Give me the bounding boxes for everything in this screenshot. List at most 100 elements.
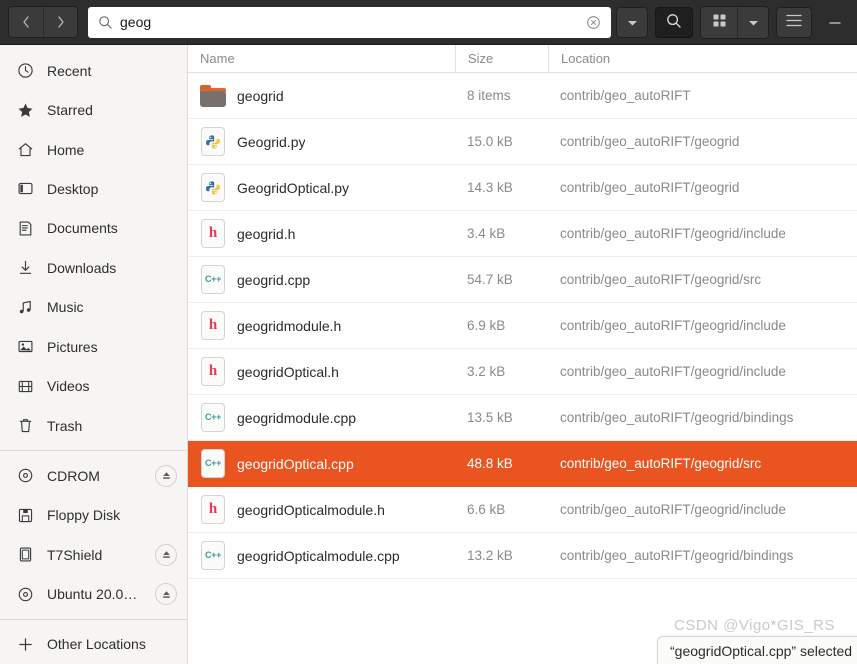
file-location-cell: contrib/geo_autoRIFT/geogrid/bindings <box>560 410 794 425</box>
sidebar-item-t7shield[interactable]: T7Shield <box>0 535 187 574</box>
file-row[interactable]: C++ geogridmodule.cpp 13.5 kB contrib/geo_a… <box>188 395 857 441</box>
file-location-cell: contrib/geo_autoRIFT/geogrid <box>560 134 740 149</box>
file-name-cell[interactable]: h geogridOpticalmodule.h <box>188 495 455 525</box>
file-name-cell[interactable]: C++ geogrid.cpp <box>188 265 455 295</box>
file-location-cell: contrib/geo_autoRIFT/geogrid/src <box>560 456 762 471</box>
file-name-label: geogridmodule.h <box>237 317 342 334</box>
sidebar-item-label: Recent <box>47 62 92 79</box>
file-row[interactable]: C++ geogridOptical.cpp 48.8 kB contrib/geo_… <box>188 441 857 487</box>
file-list-area: Name Size Location geogrid 8 items contrib… <box>188 45 857 664</box>
file-list-header: Name Size Location <box>188 45 857 73</box>
eject-button[interactable] <box>155 543 177 566</box>
file-row[interactable]: h geogridOptical.h 3.2 kB contrib/geo_autoR… <box>188 349 857 395</box>
file-row[interactable]: C++ geogrid.cpp 54.7 kB contrib/geo_autoRIF… <box>188 257 857 303</box>
file-row[interactable]: Geogrid.py 15.0 kB contrib/geo_autoRIFT/ge… <box>188 119 857 165</box>
search-icon <box>666 13 682 32</box>
file-name-cell[interactable]: C++ geogridmodule.cpp <box>188 403 455 433</box>
sidebar-item-downloads[interactable]: Downloads <box>0 248 187 287</box>
column-header-size[interactable]: Size <box>455 45 548 72</box>
chevron-down-icon <box>748 15 759 30</box>
sidebar-item-home[interactable]: Home <box>0 130 187 169</box>
sidebar-item-documents[interactable]: Documents <box>0 209 187 248</box>
file-manager-window: Recent Starred Home Desktop <box>0 0 857 664</box>
file-name-label: geogridOpticalmodule.cpp <box>237 547 400 564</box>
view-options-dropdown-button[interactable] <box>737 6 768 38</box>
file-name-cell[interactable]: C++ geogridOpticalmodule.cpp <box>188 541 455 571</box>
star-icon <box>16 101 34 119</box>
sidebar-item-label: Pictures <box>47 338 98 355</box>
file-name-label: geogrid.h <box>237 225 296 242</box>
file-size-cell: 15.0 kB <box>467 134 513 149</box>
file-name-cell[interactable]: h geogrid.h <box>188 219 455 249</box>
picture-icon <box>16 338 34 356</box>
file-name-cell[interactable]: geogrid <box>188 81 455 111</box>
sidebar-item-videos[interactable]: Videos <box>0 366 187 405</box>
file-name-label: geogrid <box>237 87 284 104</box>
minimize-icon <box>828 15 842 30</box>
forward-button[interactable] <box>43 7 77 37</box>
cpp-file-icon: C++ <box>200 265 226 295</box>
main-menu-button[interactable] <box>776 6 812 38</box>
sidebar-item-trash[interactable]: Trash <box>0 406 187 445</box>
python-icon <box>200 173 226 203</box>
column-header-location[interactable]: Location <box>548 45 857 72</box>
sidebar-item-desktop[interactable]: Desktop <box>0 169 187 208</box>
column-header-name[interactable]: Name <box>188 45 455 72</box>
file-row[interactable]: h geogrid.h 3.4 kB contrib/geo_autoRIFT/geo… <box>188 211 857 257</box>
header-file-icon: h <box>200 219 226 249</box>
file-name-cell[interactable]: C++ geogridOptical.cpp <box>188 449 455 479</box>
sidebar-item-label: Floppy Disk <box>47 507 121 524</box>
file-name-cell[interactable]: Geogrid.py <box>188 127 455 157</box>
music-icon <box>16 298 34 316</box>
file-name-cell[interactable]: h geogridmodule.h <box>188 311 455 341</box>
cpp-file-icon: C++ <box>200 403 226 433</box>
clear-circle-icon[interactable] <box>586 15 601 30</box>
sidebar-item-label: Videos <box>47 378 90 395</box>
file-row[interactable]: h geogridmodule.h 6.9 kB contrib/geo_autoRI… <box>188 303 857 349</box>
minimize-button[interactable] <box>821 7 849 38</box>
sidebar-item-starred[interactable]: Starred <box>0 90 187 129</box>
header-file-icon: h <box>200 495 226 525</box>
sidebar-item-label: Documents <box>47 220 118 237</box>
sidebar-item-other-locations[interactable]: Other Locations <box>0 625 187 664</box>
search-bar[interactable] <box>88 6 611 38</box>
plus-icon <box>16 635 34 653</box>
sidebar-item-label: Starred <box>47 102 93 119</box>
file-name-cell[interactable]: h geogridOptical.h <box>188 357 455 387</box>
sidebar-item-pictures[interactable]: Pictures <box>0 327 187 366</box>
hamburger-menu-icon <box>786 14 802 30</box>
eject-button[interactable] <box>155 583 177 606</box>
header-bar <box>0 0 857 45</box>
sidebar-item-music[interactable]: Music <box>0 288 187 327</box>
eject-button[interactable] <box>155 464 177 487</box>
sidebar-item-label: Home <box>47 141 85 158</box>
file-name-label: geogridOpticalmodule.h <box>237 501 385 518</box>
sidebar-item-floppy-disk[interactable]: Floppy Disk <box>0 496 187 535</box>
file-name-cell[interactable]: GeogridOptical.py <box>188 173 455 203</box>
file-location-cell: contrib/geo_autoRIFT/geogrid/include <box>560 318 786 333</box>
file-row[interactable]: h geogridOpticalmodule.h 6.6 kB contrib/geo… <box>188 487 857 533</box>
back-button[interactable] <box>9 7 43 37</box>
search-dropdown-button[interactable] <box>616 6 648 38</box>
search-input[interactable] <box>120 14 586 30</box>
file-name-label: geogrid.cpp <box>237 271 311 288</box>
file-size-cell: 13.5 kB <box>467 410 513 425</box>
disc-icon <box>16 467 34 485</box>
grid-view-button[interactable] <box>701 6 737 38</box>
status-bar: “geogridOptical.cpp” selected <box>657 636 857 664</box>
file-row[interactable]: C++ geogridOpticalmodule.cpp 13.2 kB contri… <box>188 533 857 579</box>
file-name-label: geogridOptical.cpp <box>237 455 354 472</box>
search-toggle-button[interactable] <box>655 6 693 38</box>
floppy-icon <box>16 506 34 524</box>
folder-icon <box>200 81 226 111</box>
file-row[interactable]: GeogridOptical.py 14.3 kB contrib/geo_auto… <box>188 165 857 211</box>
sidebar-item-label: CDROM <box>47 467 100 484</box>
sidebar-item-cdrom[interactable]: CDROM <box>0 456 187 495</box>
sidebar-item-label: Trash <box>47 417 83 434</box>
window-body: Recent Starred Home Desktop Documents Do… <box>0 45 857 664</box>
sidebar-divider <box>0 450 187 452</box>
file-row[interactable]: geogrid 8 items contrib/geo_autoRIFT <box>188 73 857 119</box>
home-icon <box>16 141 34 159</box>
sidebar-item-ubuntu[interactable]: Ubuntu 20.0… <box>0 574 187 613</box>
sidebar-item-recent[interactable]: Recent <box>0 51 187 90</box>
